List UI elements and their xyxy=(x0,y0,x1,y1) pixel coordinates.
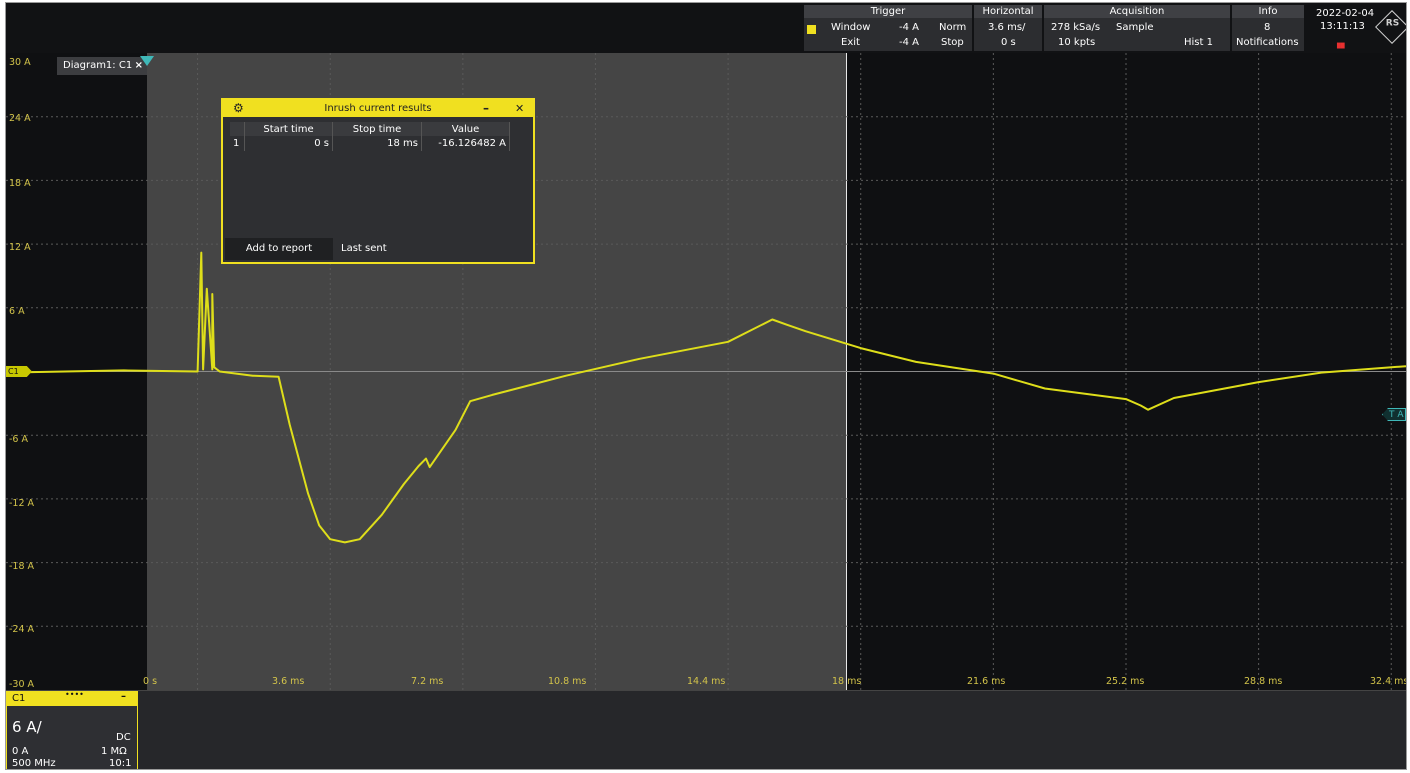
date-display: 2022-02-04 xyxy=(1316,8,1375,19)
input-impedance: 1 MΩ xyxy=(101,746,127,757)
trigger-level-2: -4 A xyxy=(899,37,919,48)
network-icon[interactable]: ▗▖ xyxy=(1333,39,1348,49)
notification-count: 8 xyxy=(1264,22,1271,33)
x-tick-label: 7.2 ms xyxy=(411,676,444,687)
minimize-icon[interactable]: – xyxy=(483,100,489,117)
add-to-report-button[interactable]: Add to report xyxy=(225,238,333,260)
trigger-indicator-icon xyxy=(807,25,816,34)
bandwidth: 500 MHz xyxy=(12,758,56,769)
y-tick-label: 30 A xyxy=(9,57,31,68)
waveform-plot xyxy=(6,53,1406,690)
acquisition-mode: Sample xyxy=(1116,22,1154,33)
channel-offset-marker[interactable]: C1 xyxy=(6,366,32,377)
info-header: Info xyxy=(1232,5,1304,18)
horizontal-scale: 3.6 ms/ xyxy=(988,22,1026,33)
horizontal-panel[interactable]: Horizontal 3.6 ms/ 0 s xyxy=(974,5,1042,51)
y-tick-label: -12 A xyxy=(9,498,35,509)
y-tick-label: -30 A xyxy=(9,679,35,690)
trigger-state: Stop xyxy=(941,37,964,48)
x-tick-label: 0 s xyxy=(143,676,158,687)
trigger-position-icon[interactable] xyxy=(140,56,154,66)
acquisition-panel[interactable]: Acquisition 278 kSa/s Sample 10 kpts His… xyxy=(1044,5,1230,51)
oscilloscope-frame: Trigger Window -4 A Norm Exit -4 A Stop … xyxy=(5,2,1407,770)
y-tick-label: 18 A xyxy=(9,178,31,189)
y-tick-label: 24 A xyxy=(9,113,31,124)
diagram-tab[interactable]: Diagram1: C1 × xyxy=(57,57,147,75)
y-tick-label: -18 A xyxy=(9,561,35,572)
horizontal-header: Horizontal xyxy=(974,5,1042,18)
channel-offset: 0 A xyxy=(12,746,29,757)
channel-c1-box[interactable]: C1 •••• – 6 A/ DC 0 A 1 MΩ 500 MHz 10:1 xyxy=(6,690,138,769)
stop-time-cell: 18 ms xyxy=(332,136,422,151)
trigger-header: Trigger xyxy=(804,5,972,18)
value-cell: -16.126482 A xyxy=(421,136,510,151)
column-header: Value xyxy=(421,122,510,136)
probe-attenuation: 10:1 xyxy=(109,758,132,769)
notifications-label: Notifications xyxy=(1236,37,1299,48)
trigger-level-1: -4 A xyxy=(899,22,919,33)
x-tick-label: 18 ms xyxy=(832,676,862,687)
trigger-panel[interactable]: Trigger Window -4 A Norm Exit -4 A Stop xyxy=(804,5,972,51)
results-table: Start time Stop time Value 1 0 s 18 ms -… xyxy=(230,122,510,151)
info-panel[interactable]: Info 8 Notifications xyxy=(1232,5,1304,51)
x-tick-label: 32.4 ms xyxy=(1370,676,1407,687)
close-icon[interactable]: ✕ xyxy=(515,100,524,117)
column-header xyxy=(230,122,245,136)
column-header: Stop time xyxy=(332,122,422,136)
minimize-icon[interactable]: – xyxy=(121,690,126,704)
drag-handle-icon[interactable]: •••• xyxy=(65,688,84,702)
table-row[interactable]: 1 0 s 18 ms -16.126482 A xyxy=(230,136,510,151)
sample-rate: 278 kSa/s xyxy=(1051,22,1101,33)
x-tick-label: 21.6 ms xyxy=(967,676,1006,687)
y-tick-label: 6 A xyxy=(9,306,25,317)
x-tick-label: 10.8 ms xyxy=(548,676,587,687)
start-time-cell: 0 s xyxy=(244,136,333,151)
time-display: 13:11:13 xyxy=(1320,21,1365,32)
record-length: 10 kpts xyxy=(1058,37,1096,48)
horizontal-position: 0 s xyxy=(1001,37,1016,48)
column-header: Start time xyxy=(244,122,333,136)
diagram-tab-label: Diagram1: C1 xyxy=(63,60,133,71)
acquisition-header: Acquisition xyxy=(1044,5,1230,18)
y-tick-label: 12 A xyxy=(9,242,31,253)
diagram-area[interactable]: Diagram1: C1 × 30 A 24 A 18 A 12 A 6 A -… xyxy=(6,53,1406,690)
x-tick-label: 3.6 ms xyxy=(272,676,305,687)
last-sent-label: Last sent xyxy=(341,243,387,254)
top-status-bar: Trigger Window -4 A Norm Exit -4 A Stop … xyxy=(6,3,1406,53)
trigger-mode-1: Window xyxy=(831,22,871,33)
vertical-scale: 6 A/ xyxy=(12,718,42,736)
x-tick-label: 28.8 ms xyxy=(1244,676,1283,687)
channel-name: C1 xyxy=(12,693,26,704)
x-tick-label: 25.2 ms xyxy=(1106,676,1145,687)
trigger-type: Norm xyxy=(939,22,967,33)
y-tick-label: -24 A xyxy=(9,624,35,635)
x-tick-label: 14.4 ms xyxy=(687,676,726,687)
channel-header: C1 •••• – xyxy=(7,690,137,706)
history-label: Hist 1 xyxy=(1184,37,1213,48)
y-tick-label: -6 A xyxy=(9,434,28,445)
dialog-title-bar[interactable]: ⚙ Inrush current results – ✕ xyxy=(223,100,533,117)
coupling: DC xyxy=(116,732,131,743)
rohde-schwarz-logo: RS xyxy=(1375,10,1406,44)
trigger-mode-2: Exit xyxy=(841,37,860,48)
row-index: 1 xyxy=(230,136,245,151)
inrush-results-dialog[interactable]: ⚙ Inrush current results – ✕ Start time … xyxy=(221,98,535,264)
signal-bar: C1 •••• – 6 A/ DC 0 A 1 MΩ 500 MHz 10:1 xyxy=(6,690,1406,769)
